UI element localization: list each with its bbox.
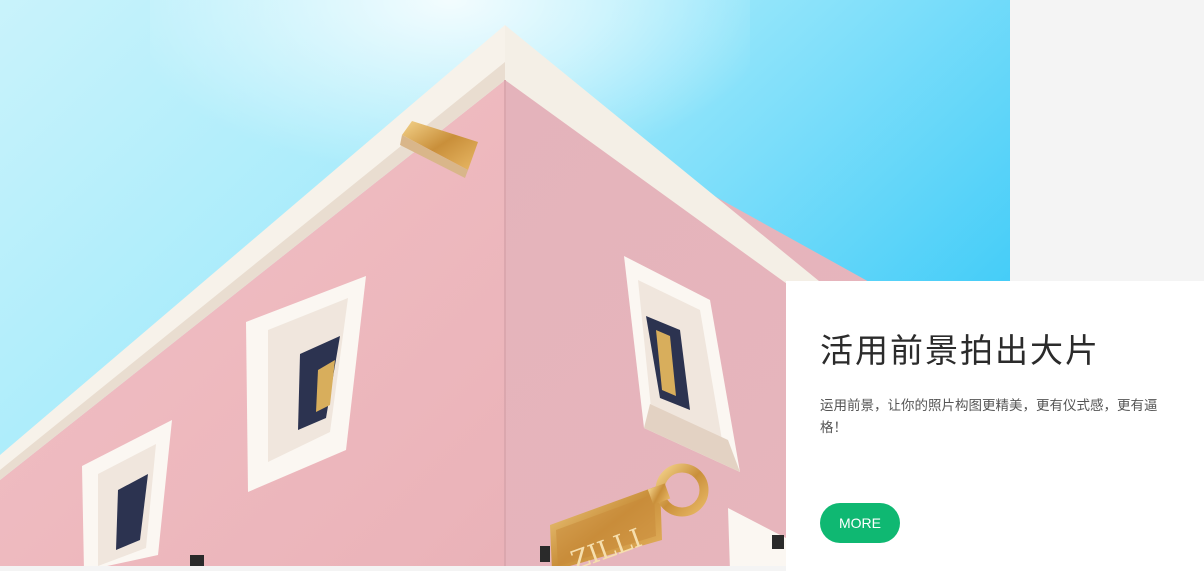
card-title: 活用前景拍出大片: [820, 331, 1100, 370]
page-stage: ZILLI 活用前景拍出大片 运用前景，让你的照片构图更精美，更有仪式感，更有逼…: [0, 0, 1204, 571]
card-description: 运用前景，让你的照片构图更精美，更有仪式感，更有逼格！: [820, 398, 1158, 436]
article-card: 活用前景拍出大片 运用前景，让你的照片构图更精美，更有仪式感，更有逼格！ MOR…: [786, 281, 1204, 571]
more-button[interactable]: MORE: [820, 503, 900, 543]
